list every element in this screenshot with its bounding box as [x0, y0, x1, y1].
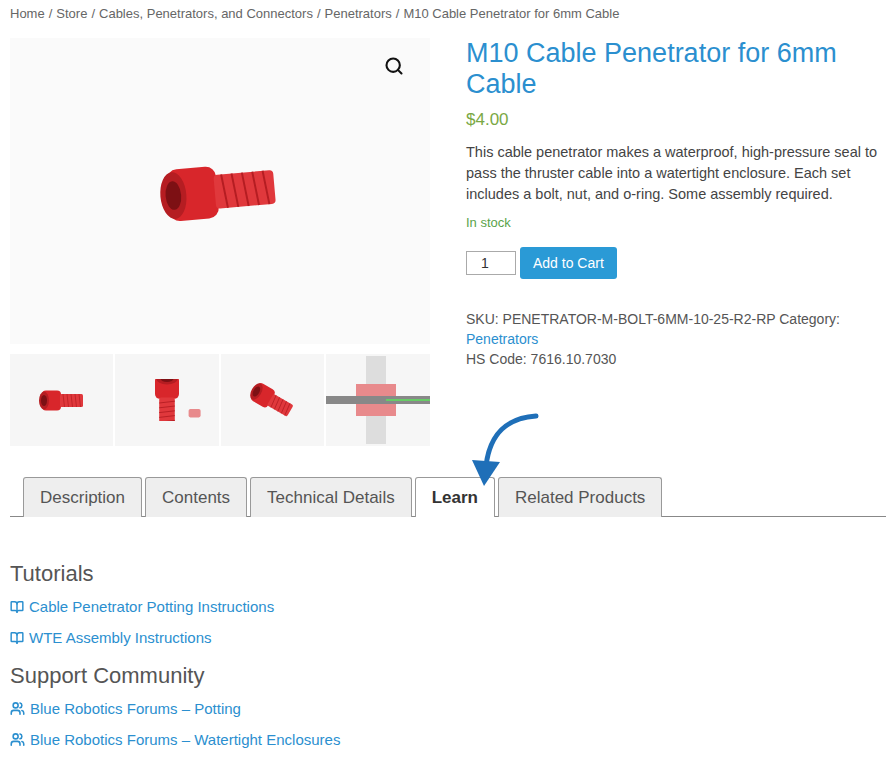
users-icon: [10, 701, 25, 716]
users-icon: [10, 732, 25, 747]
breadcrumb-separator: /: [317, 6, 321, 28]
product-photo: [242, 383, 302, 418]
add-to-cart-button[interactable]: Add to Cart: [520, 247, 617, 279]
stock-status: In stock: [466, 215, 890, 230]
tab[interactable]: Technical Details: [250, 477, 412, 517]
gallery: [10, 38, 430, 446]
category-link[interactable]: Penetrators: [466, 331, 538, 347]
product-page: Home/Store/Cables, Penetrators, and Conn…: [0, 0, 896, 773]
product-meta: SKU: PENETRATOR-M-BOLT-6MM-10-25-R2-RP C…: [466, 309, 890, 369]
product-photo: [142, 146, 298, 237]
breadcrumb-separator: /: [49, 6, 53, 28]
book-icon: [10, 631, 24, 645]
breadcrumb: Home/Store/Cables, Penetrators, and Conn…: [10, 6, 886, 28]
tab-bar: DescriptionContentsTechnical DetailsLear…: [10, 477, 886, 517]
learn-section: Tutorials Cable Penetrator Potting Instru…: [10, 561, 886, 653]
breadcrumb-item[interactable]: Home: [10, 6, 45, 28]
book-icon: [10, 600, 24, 614]
section-heading: Support Community: [10, 663, 886, 689]
product-photo: [131, 379, 203, 421]
pointer-arrow-icon: [468, 410, 548, 490]
cross-section-photo: [326, 356, 430, 444]
tab[interactable]: Description: [23, 477, 142, 517]
product-photo: [32, 383, 92, 418]
tab[interactable]: Contents: [145, 477, 247, 517]
learn-link[interactable]: Cable Penetrator Potting Instructions: [10, 591, 886, 622]
product-summary: M10 Cable Penetrator for 6mm Cable $4.00 T…: [466, 38, 890, 446]
price: $4.00: [466, 110, 890, 130]
section-heading: Tutorials: [10, 561, 886, 587]
learn-link[interactable]: Blue Robotics Forums – Watertight Enclos…: [10, 724, 886, 755]
learn-link[interactable]: WTE Assembly Instructions: [10, 622, 886, 653]
thumbnail[interactable]: [326, 354, 430, 446]
main-image[interactable]: [10, 38, 430, 344]
thumbnail[interactable]: [221, 354, 324, 446]
thumbnail[interactable]: [115, 354, 218, 446]
thumbnail[interactable]: [10, 354, 113, 446]
learn-link[interactable]: Blue Robotics Forums – Potting: [10, 693, 886, 724]
tab[interactable]: Related Products: [498, 477, 662, 517]
zoom-icon[interactable]: [384, 56, 406, 78]
product-title: M10 Cable Penetrator for 6mm Cable: [466, 38, 890, 100]
breadcrumb-item[interactable]: Cables, Penetrators, and Connectors: [99, 6, 313, 28]
tab-content: Tutorials Cable Penetrator Potting Instru…: [10, 517, 886, 755]
description: This cable penetrator makes a waterproof…: [466, 142, 890, 205]
learn-section: Support Community Blue Robotics Forums – …: [10, 663, 886, 755]
breadcrumb-separator: /: [396, 6, 400, 28]
breadcrumb-item: M10 Cable Penetrator for 6mm Cable: [403, 6, 619, 28]
breadcrumb-item[interactable]: Penetrators: [325, 6, 392, 28]
breadcrumb-separator: /: [91, 6, 95, 28]
quantity-input[interactable]: [466, 251, 516, 275]
breadcrumb-item[interactable]: Store: [56, 6, 87, 28]
